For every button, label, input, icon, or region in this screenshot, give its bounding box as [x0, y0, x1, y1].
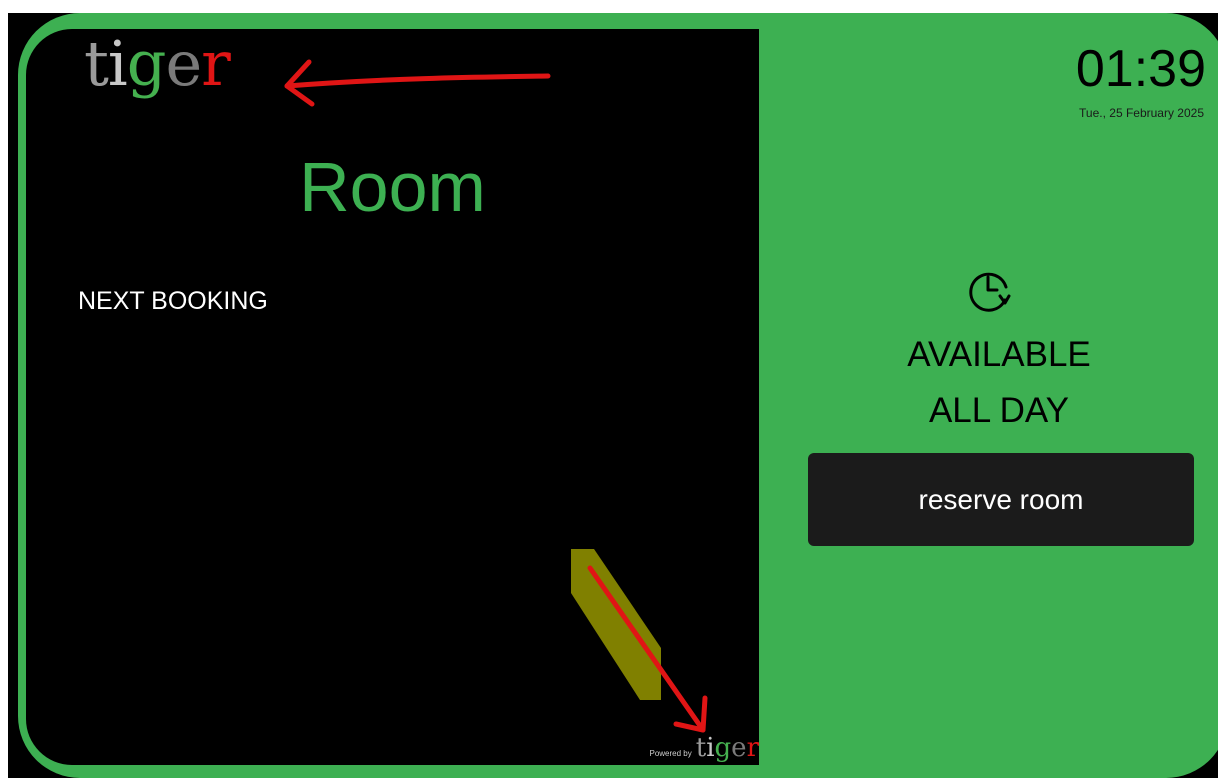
highlight-marker — [571, 549, 661, 700]
arrow-to-footer-logo — [587, 565, 706, 733]
arrow-to-logo — [284, 73, 551, 89]
annotation-overlay — [284, 59, 708, 733]
